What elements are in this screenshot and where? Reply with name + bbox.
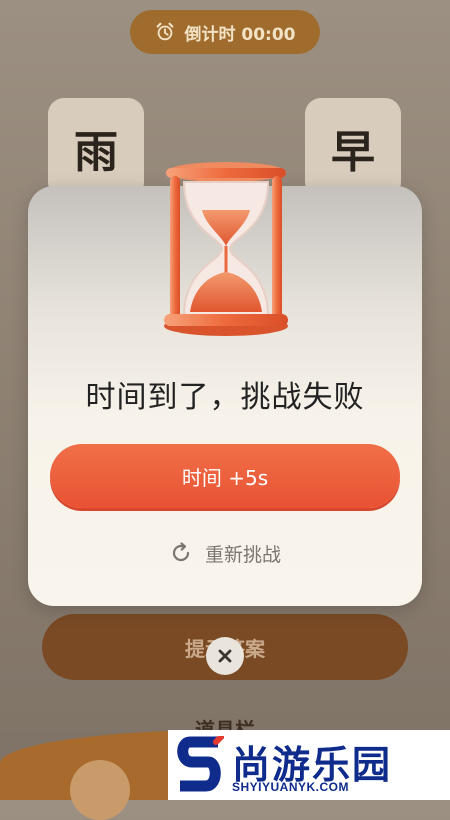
char-tile-text: 雨 — [74, 127, 118, 178]
retry-label: 重新挑战 — [204, 543, 281, 566]
close-icon — [218, 649, 232, 663]
char-tile-text: 早 — [331, 127, 375, 178]
char-tile[interactable]: 雨 — [48, 98, 144, 198]
alarm-clock-icon — [157, 22, 174, 41]
add-time-label: 时间 +5s — [181, 465, 269, 490]
watermark-url: SHYIYUANYK.COM — [232, 780, 350, 794]
refresh-icon — [172, 542, 190, 562]
prop-item — [70, 760, 130, 820]
hourglass-icon — [164, 162, 288, 336]
countdown-label: 倒计时 00:00 — [184, 24, 296, 45]
countdown-timer: 倒计时 00:00 — [130, 10, 320, 54]
close-button[interactable] — [206, 637, 244, 675]
site-watermark: 尚游乐园 SHYIYUANYK.COM — [168, 730, 450, 800]
add-time-button[interactable]: 时间 +5s — [50, 444, 400, 508]
s-logo-icon — [177, 736, 224, 792]
dialog-title: 时间到了，挑战失败 — [85, 380, 365, 415]
char-tile[interactable]: 早 — [305, 98, 401, 198]
retry-button[interactable]: 重新挑战 — [0, 538, 450, 568]
